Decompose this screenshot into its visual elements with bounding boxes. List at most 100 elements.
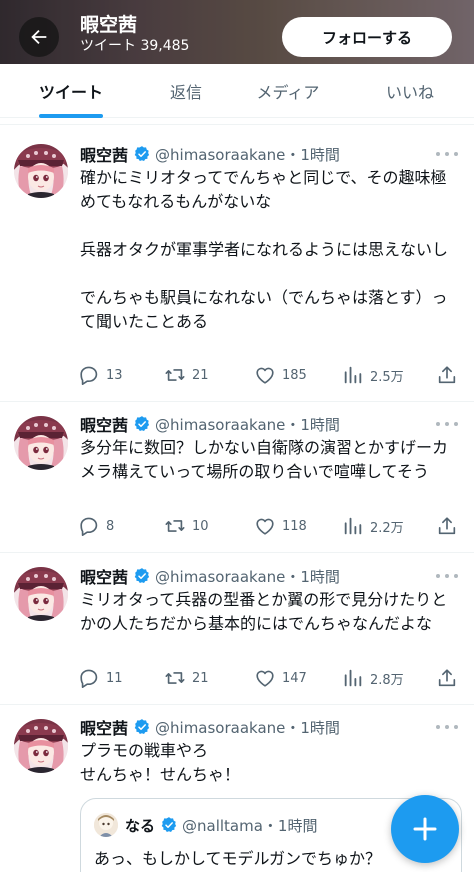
plus-icon	[413, 817, 437, 841]
divider	[0, 401, 474, 402]
views-count: 2.5万	[370, 369, 404, 385]
arrow-left-icon	[31, 29, 47, 45]
tab-likes[interactable]: いいね	[354, 64, 466, 118]
quoted-header: なる @nalltama・1時間	[125, 813, 317, 837]
more-options-icon[interactable]	[436, 418, 458, 430]
author-name[interactable]: 暇空茜	[80, 564, 128, 588]
header-title-block: 暇空茜 ツイート 39,485	[80, 14, 189, 55]
tweet-count: ツイート 39,485	[80, 38, 190, 54]
tweet-header: 暇空茜 @himasoraakane・1時間	[80, 716, 340, 738]
tweet-actions: 13 21 185 2.5万	[78, 363, 462, 387]
quoted-author-name[interactable]: なる	[125, 815, 155, 836]
author-handle-time[interactable]: @himasoraakane・1時間	[155, 717, 340, 738]
retweet-button[interactable]: 10	[164, 514, 209, 538]
divider	[0, 704, 474, 705]
author-handle-time[interactable]: @himasoraakane・1時間	[155, 566, 340, 587]
retweet-icon	[165, 672, 185, 684]
quoted-avatar-image	[94, 813, 118, 837]
more-options-icon[interactable]	[436, 148, 458, 160]
share-button[interactable]	[436, 666, 458, 690]
heart-icon	[256, 518, 274, 535]
tweet-actions: 8 10 118 2.2万	[78, 514, 462, 538]
more-options-icon[interactable]	[436, 721, 458, 733]
retweet-count: 21	[192, 367, 209, 383]
divider	[0, 552, 474, 553]
avatar-image	[14, 719, 68, 773]
divider	[0, 124, 474, 125]
retweet-button[interactable]: 21	[164, 363, 209, 387]
like-count: 185	[282, 367, 307, 383]
views-chart-icon	[344, 669, 362, 687]
views-count: 2.2万	[370, 520, 404, 536]
avatar[interactable]	[14, 144, 68, 198]
share-icon	[438, 517, 456, 535]
reply-button[interactable]: 8	[78, 514, 114, 538]
active-tab-indicator	[39, 114, 103, 118]
follow-button[interactable]: フォローする	[282, 17, 452, 57]
avatar[interactable]	[14, 719, 68, 773]
avatar-image	[14, 144, 68, 198]
share-icon	[438, 669, 456, 687]
views-button[interactable]: 2.5万	[342, 363, 404, 387]
verified-badge-icon	[133, 415, 150, 432]
author-name[interactable]: 暇空茜	[80, 142, 128, 166]
views-button[interactable]: 2.2万	[342, 514, 404, 538]
avatar[interactable]	[14, 567, 68, 621]
views-button[interactable]: 2.8万	[342, 666, 404, 690]
avatar-image	[14, 416, 68, 470]
retweet-count: 10	[192, 518, 209, 534]
author-name[interactable]: 暇空茜	[80, 412, 128, 436]
heart-icon	[256, 670, 274, 687]
reply-icon	[80, 517, 98, 536]
verified-badge-icon	[133, 145, 150, 162]
reply-count: 13	[106, 367, 123, 383]
tweet-header: 暇空茜 @himasoraakane・1時間	[80, 413, 340, 435]
views-chart-icon	[344, 366, 362, 384]
retweet-count: 21	[192, 670, 209, 686]
tweet-header: 暇空茜 @himasoraakane・1時間	[80, 565, 340, 587]
profile-header: 暇空茜 ツイート 39,485 フォローする	[0, 0, 474, 64]
tweet-text: ミリオタって兵器の型番とか翼の形で見分けたりとかの人たちだから基本的にはでんちゃ…	[80, 590, 448, 633]
views-count: 2.8万	[370, 672, 404, 688]
like-button[interactable]: 185	[254, 363, 307, 387]
quoted-avatar[interactable]	[94, 813, 118, 837]
reply-button[interactable]: 13	[78, 363, 123, 387]
quoted-handle-time[interactable]: @nalltama・1時間	[182, 815, 317, 836]
like-button[interactable]: 147	[254, 666, 307, 690]
avatar-image	[14, 567, 68, 621]
like-count: 118	[282, 518, 307, 534]
verified-badge-icon	[160, 816, 177, 833]
reply-button[interactable]: 11	[78, 666, 123, 690]
reply-icon	[80, 366, 98, 385]
author-handle-time[interactable]: @himasoraakane・1時間	[155, 144, 340, 165]
like-button[interactable]: 118	[254, 514, 307, 538]
avatar[interactable]	[14, 416, 68, 470]
tweet-text: プラモの戦車やろ せんちゃ！せんちゃ！	[80, 741, 241, 784]
quoted-text: あっ、もしかしてモデルガンでちゅか？	[94, 849, 382, 868]
tab-replies[interactable]: 返信	[130, 64, 242, 118]
profile-tabs: ツイート 返信 メディア いいね	[0, 64, 474, 118]
retweet-button[interactable]: 21	[164, 666, 209, 690]
views-chart-icon	[344, 517, 362, 535]
more-options-icon[interactable]	[436, 570, 458, 582]
share-button[interactable]	[436, 363, 458, 387]
author-name[interactable]: 暇空茜	[80, 715, 128, 739]
reply-icon	[80, 669, 98, 688]
profile-name: 暇空茜	[80, 14, 138, 36]
reply-count: 8	[106, 518, 115, 534]
author-handle-time[interactable]: @himasoraakane・1時間	[155, 414, 340, 435]
tab-media[interactable]: メディア	[236, 64, 340, 118]
share-button[interactable]	[436, 514, 458, 538]
reply-count: 11	[106, 670, 123, 686]
like-count: 147	[282, 670, 307, 686]
verified-badge-icon	[133, 567, 150, 584]
share-icon	[438, 366, 456, 384]
tweet-header: 暇空茜 @himasoraakane・1時間	[80, 143, 340, 165]
tweet-text: 多分年に数回？しかない自衛隊の演習とかすげーカメラ構えていって場所の取り合いで喧…	[80, 438, 449, 481]
tweet-text: 確かにミリオタってでんちゃと同じで、その趣味極めてもなれるもんがないな 兵器オタ…	[80, 168, 449, 331]
retweet-icon	[165, 369, 185, 381]
compose-tweet-button[interactable]	[391, 795, 459, 863]
tab-tweets[interactable]: ツイート	[10, 64, 132, 118]
back-button[interactable]	[19, 17, 59, 57]
verified-badge-icon	[133, 718, 150, 735]
